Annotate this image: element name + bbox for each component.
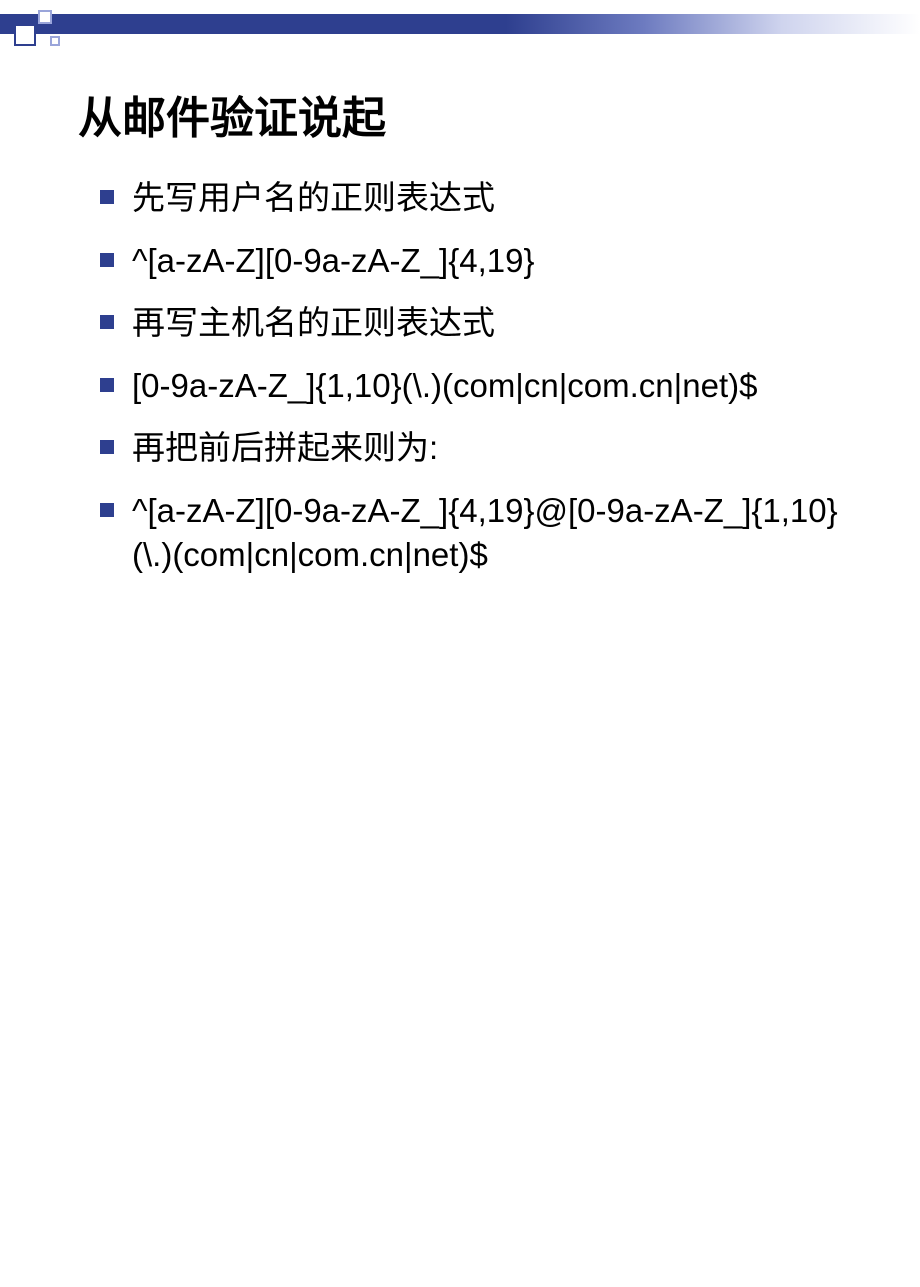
list-item-text: 再写主机名的正则表达式 — [132, 301, 495, 346]
bullet-icon — [100, 253, 114, 267]
list-item: ^[a-zA-Z][0-9a-zA-Z_]{4,19} — [100, 239, 860, 284]
bar-gradient — [0, 14, 920, 34]
decor-square-large — [14, 24, 36, 46]
list-item: 再把前后拼起来则为: — [100, 426, 860, 471]
bullet-icon — [100, 503, 114, 517]
list-item: ^[a-zA-Z][0-9a-zA-Z_]{4,19}@[0-9a-zA-Z_]… — [100, 489, 860, 578]
decor-square-small-1 — [38, 10, 52, 24]
list-item: 先写用户名的正则表达式 — [100, 176, 860, 221]
bullet-icon — [100, 440, 114, 454]
list-item-text: 先写用户名的正则表达式 — [132, 176, 495, 221]
decor-square-small-2 — [50, 36, 60, 46]
list-item-text: [0-9a-zA-Z_]{1,10}(\.)(com|cn|com.cn|net… — [132, 364, 757, 409]
slide-title: 从邮件验证说起 — [78, 82, 920, 146]
slide: 从邮件验证说起 先写用户名的正则表达式 ^[a-zA-Z][0-9a-zA-Z_… — [0, 0, 920, 1287]
bullet-icon — [100, 315, 114, 329]
content-list: 先写用户名的正则表达式 ^[a-zA-Z][0-9a-zA-Z_]{4,19} … — [100, 176, 860, 578]
top-bar — [0, 0, 920, 52]
list-item: 再写主机名的正则表达式 — [100, 301, 860, 346]
list-item-text: ^[a-zA-Z][0-9a-zA-Z_]{4,19}@[0-9a-zA-Z_]… — [132, 489, 860, 578]
list-item-text: 再把前后拼起来则为: — [132, 426, 438, 471]
bullet-icon — [100, 378, 114, 392]
list-item: [0-9a-zA-Z_]{1,10}(\.)(com|cn|com.cn|net… — [100, 364, 860, 409]
bullet-icon — [100, 190, 114, 204]
list-item-text: ^[a-zA-Z][0-9a-zA-Z_]{4,19} — [132, 239, 534, 284]
